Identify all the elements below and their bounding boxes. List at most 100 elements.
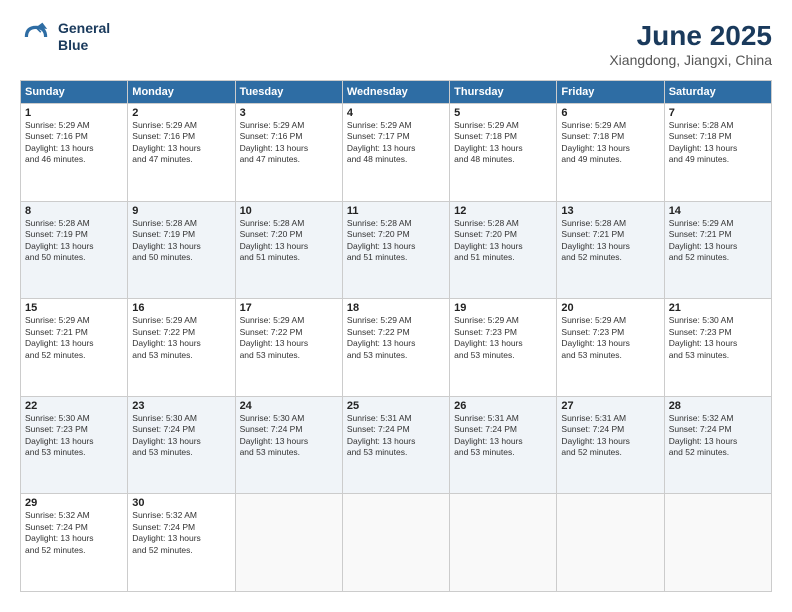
- day-info: Sunrise: 5:32 AM Sunset: 7:24 PM Dayligh…: [25, 510, 123, 556]
- day-info: Sunrise: 5:31 AM Sunset: 7:24 PM Dayligh…: [347, 413, 445, 459]
- day-info: Sunrise: 5:31 AM Sunset: 7:24 PM Dayligh…: [454, 413, 552, 459]
- day-number: 30: [132, 497, 230, 509]
- calendar-cell: 9Sunrise: 5:28 AM Sunset: 7:19 PM Daylig…: [128, 201, 235, 299]
- day-number: 10: [240, 205, 338, 217]
- col-monday: Monday: [128, 81, 235, 104]
- day-info: Sunrise: 5:29 AM Sunset: 7:22 PM Dayligh…: [240, 315, 338, 361]
- day-number: 23: [132, 400, 230, 412]
- col-friday: Friday: [557, 81, 664, 104]
- calendar-cell: 1Sunrise: 5:29 AM Sunset: 7:16 PM Daylig…: [21, 104, 128, 202]
- calendar-cell: 20Sunrise: 5:29 AM Sunset: 7:23 PM Dayli…: [557, 299, 664, 397]
- day-number: 12: [454, 205, 552, 217]
- calendar-cell: 29Sunrise: 5:32 AM Sunset: 7:24 PM Dayli…: [21, 494, 128, 592]
- day-info: Sunrise: 5:31 AM Sunset: 7:24 PM Dayligh…: [561, 413, 659, 459]
- calendar-cell: 19Sunrise: 5:29 AM Sunset: 7:23 PM Dayli…: [450, 299, 557, 397]
- title-block: June 2025 Xiangdong, Jiangxi, China: [609, 20, 772, 68]
- day-info: Sunrise: 5:29 AM Sunset: 7:16 PM Dayligh…: [25, 120, 123, 166]
- calendar-week-2: 8 Sunrise: 5:28 AM Sunset: 7:19 PM Daylig…: [21, 201, 772, 299]
- day-info: Sunrise: 5:29 AM Sunset: 7:21 PM Dayligh…: [669, 218, 767, 264]
- day-info: Sunrise: 5:30 AM Sunset: 7:24 PM Dayligh…: [132, 413, 230, 459]
- calendar-cell: 2Sunrise: 5:29 AM Sunset: 7:16 PM Daylig…: [128, 104, 235, 202]
- calendar-cell: 18Sunrise: 5:29 AM Sunset: 7:22 PM Dayli…: [342, 299, 449, 397]
- calendar-cell: 6Sunrise: 5:29 AM Sunset: 7:18 PM Daylig…: [557, 104, 664, 202]
- calendar-week-4: 22Sunrise: 5:30 AM Sunset: 7:23 PM Dayli…: [21, 396, 772, 494]
- calendar-cell: 30Sunrise: 5:32 AM Sunset: 7:24 PM Dayli…: [128, 494, 235, 592]
- calendar-cell: 24Sunrise: 5:30 AM Sunset: 7:24 PM Dayli…: [235, 396, 342, 494]
- day-info: Sunrise: 5:29 AM Sunset: 7:16 PM Dayligh…: [132, 120, 230, 166]
- day-info: Sunrise: 5:29 AM Sunset: 7:22 PM Dayligh…: [347, 315, 445, 361]
- header: General Blue June 2025 Xiangdong, Jiangx…: [20, 20, 772, 68]
- day-number: 5: [454, 107, 552, 119]
- day-info: Sunrise: 5:28 AM Sunset: 7:20 PM Dayligh…: [454, 218, 552, 264]
- calendar-cell: 10Sunrise: 5:28 AM Sunset: 7:20 PM Dayli…: [235, 201, 342, 299]
- day-info: Sunrise: 5:29 AM Sunset: 7:18 PM Dayligh…: [454, 120, 552, 166]
- calendar-cell: 8Sunrise: 5:28 AM Sunset: 7:19 PM Daylig…: [21, 201, 128, 299]
- day-info: Sunrise: 5:30 AM Sunset: 7:23 PM Dayligh…: [25, 413, 123, 459]
- logo-line2: Blue: [58, 37, 110, 54]
- day-number: 8: [25, 205, 123, 217]
- day-info: Sunrise: 5:32 AM Sunset: 7:24 PM Dayligh…: [669, 413, 767, 459]
- calendar-cell: 7Sunrise: 5:28 AM Sunset: 7:18 PM Daylig…: [664, 104, 771, 202]
- calendar-week-5: 29Sunrise: 5:32 AM Sunset: 7:24 PM Dayli…: [21, 494, 772, 592]
- calendar-body: 1Sunrise: 5:29 AM Sunset: 7:16 PM Daylig…: [21, 104, 772, 592]
- calendar-cell: [235, 494, 342, 592]
- page: General Blue June 2025 Xiangdong, Jiangx…: [0, 0, 792, 612]
- calendar-cell: 4Sunrise: 5:29 AM Sunset: 7:17 PM Daylig…: [342, 104, 449, 202]
- day-info: Sunrise: 5:29 AM Sunset: 7:18 PM Dayligh…: [561, 120, 659, 166]
- day-number: 13: [561, 205, 659, 217]
- day-info: Sunrise: 5:28 AM Sunset: 7:20 PM Dayligh…: [347, 218, 445, 264]
- day-number: 25: [347, 400, 445, 412]
- calendar-cell: [557, 494, 664, 592]
- day-number: 26: [454, 400, 552, 412]
- calendar-cell: 16Sunrise: 5:29 AM Sunset: 7:22 PM Dayli…: [128, 299, 235, 397]
- col-saturday: Saturday: [664, 81, 771, 104]
- day-number: 22: [25, 400, 123, 412]
- day-number: 7: [669, 107, 767, 119]
- calendar-cell: 21Sunrise: 5:30 AM Sunset: 7:23 PM Dayli…: [664, 299, 771, 397]
- day-number: 19: [454, 302, 552, 314]
- day-info: Sunrise: 5:29 AM Sunset: 7:23 PM Dayligh…: [561, 315, 659, 361]
- day-number: 27: [561, 400, 659, 412]
- calendar-cell: 27Sunrise: 5:31 AM Sunset: 7:24 PM Dayli…: [557, 396, 664, 494]
- col-sunday: Sunday: [21, 81, 128, 104]
- col-wednesday: Wednesday: [342, 81, 449, 104]
- day-info: Sunrise: 5:30 AM Sunset: 7:23 PM Dayligh…: [669, 315, 767, 361]
- day-number: 20: [561, 302, 659, 314]
- day-number: 16: [132, 302, 230, 314]
- day-number: 6: [561, 107, 659, 119]
- calendar-week-3: 15Sunrise: 5:29 AM Sunset: 7:21 PM Dayli…: [21, 299, 772, 397]
- day-info: Sunrise: 5:28 AM Sunset: 7:20 PM Dayligh…: [240, 218, 338, 264]
- calendar-cell: 25Sunrise: 5:31 AM Sunset: 7:24 PM Dayli…: [342, 396, 449, 494]
- day-number: 9: [132, 205, 230, 217]
- logo-text: General Blue: [58, 20, 110, 54]
- calendar-cell: [664, 494, 771, 592]
- calendar-cell: 13Sunrise: 5:28 AM Sunset: 7:21 PM Dayli…: [557, 201, 664, 299]
- calendar-cell: 26Sunrise: 5:31 AM Sunset: 7:24 PM Dayli…: [450, 396, 557, 494]
- logo-line1: General: [58, 20, 110, 37]
- calendar-header: Sunday Monday Tuesday Wednesday Thursday…: [21, 81, 772, 104]
- calendar-table: Sunday Monday Tuesday Wednesday Thursday…: [20, 80, 772, 592]
- calendar-cell: [450, 494, 557, 592]
- day-info: Sunrise: 5:29 AM Sunset: 7:16 PM Dayligh…: [240, 120, 338, 166]
- day-number: 24: [240, 400, 338, 412]
- day-number: 3: [240, 107, 338, 119]
- day-info: Sunrise: 5:28 AM Sunset: 7:18 PM Dayligh…: [669, 120, 767, 166]
- day-info: Sunrise: 5:28 AM Sunset: 7:19 PM Dayligh…: [132, 218, 230, 264]
- day-number: 21: [669, 302, 767, 314]
- calendar-cell: 11Sunrise: 5:28 AM Sunset: 7:20 PM Dayli…: [342, 201, 449, 299]
- day-info: Sunrise: 5:29 AM Sunset: 7:23 PM Dayligh…: [454, 315, 552, 361]
- day-number: 29: [25, 497, 123, 509]
- day-number: 28: [669, 400, 767, 412]
- calendar-cell: 22Sunrise: 5:30 AM Sunset: 7:23 PM Dayli…: [21, 396, 128, 494]
- calendar-cell: 23Sunrise: 5:30 AM Sunset: 7:24 PM Dayli…: [128, 396, 235, 494]
- logo-icon: [20, 21, 52, 53]
- day-info: Sunrise: 5:29 AM Sunset: 7:22 PM Dayligh…: [132, 315, 230, 361]
- month-title: June 2025: [609, 20, 772, 52]
- col-thursday: Thursday: [450, 81, 557, 104]
- calendar-cell: 12Sunrise: 5:28 AM Sunset: 7:20 PM Dayli…: [450, 201, 557, 299]
- calendar-cell: 14Sunrise: 5:29 AM Sunset: 7:21 PM Dayli…: [664, 201, 771, 299]
- day-info: Sunrise: 5:28 AM Sunset: 7:21 PM Dayligh…: [561, 218, 659, 264]
- calendar-cell: 28Sunrise: 5:32 AM Sunset: 7:24 PM Dayli…: [664, 396, 771, 494]
- day-info: Sunrise: 5:29 AM Sunset: 7:17 PM Dayligh…: [347, 120, 445, 166]
- calendar-cell: 5Sunrise: 5:29 AM Sunset: 7:18 PM Daylig…: [450, 104, 557, 202]
